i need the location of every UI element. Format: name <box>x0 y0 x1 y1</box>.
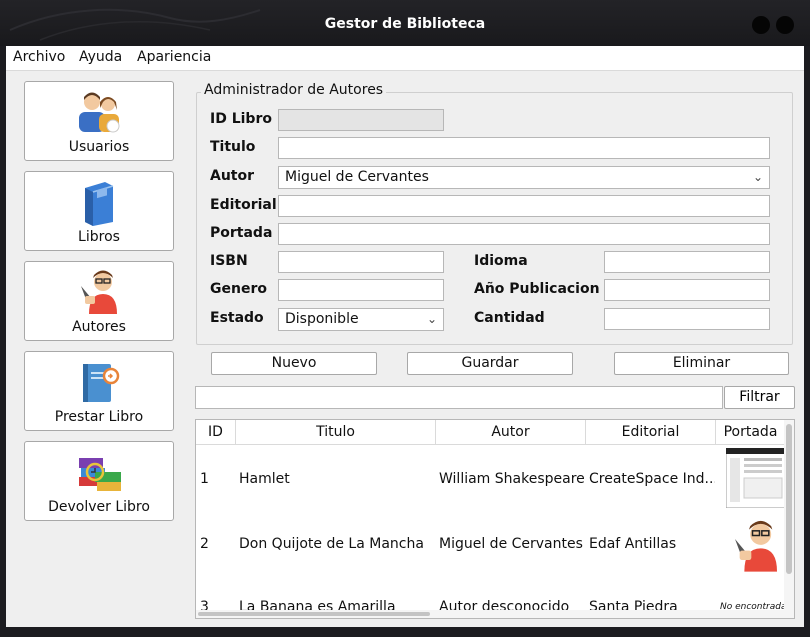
idioma-field[interactable] <box>604 251 770 273</box>
id-label: ID Libro <box>210 111 272 127</box>
horizontal-scrollbar[interactable] <box>196 610 786 618</box>
estado-select[interactable]: Disponible ⌄ <box>278 308 444 331</box>
group-title: Administrador de Autores <box>201 82 387 98</box>
cell-titulo: Hamlet <box>239 471 290 487</box>
nav-devolver-libro-button[interactable]: Devolver Libro <box>24 441 174 521</box>
nav-autores-button[interactable]: Autores <box>24 261 174 341</box>
app-window: Gestor de Biblioteca Archivo Ayuda Apari… <box>0 0 810 637</box>
cell-autor: Miguel de Cervantes <box>439 536 583 552</box>
cell-id: 1 <box>200 471 209 487</box>
window-title: Gestor de Biblioteca <box>324 16 486 32</box>
anio-publicacion-field[interactable] <box>604 279 770 301</box>
column-header-autor[interactable]: Autor <box>436 420 586 445</box>
titulo-label: Titulo <box>210 139 256 155</box>
minimize-button[interactable] <box>752 16 770 34</box>
portada-field[interactable] <box>278 223 770 245</box>
nav-label: Libros <box>78 229 120 245</box>
column-header-portada[interactable]: Portada <box>716 420 786 445</box>
scrollbar-thumb[interactable] <box>198 612 430 616</box>
genero-label: Genero <box>210 281 267 297</box>
nav-label: Autores <box>72 319 126 335</box>
autor-label: Autor <box>210 168 255 184</box>
nav-prestar-libro-button[interactable]: Prestar Libro <box>24 351 174 431</box>
return-book-icon <box>79 458 121 491</box>
menu-ayuda[interactable]: Ayuda <box>79 49 122 65</box>
users-icon <box>79 92 120 133</box>
close-button[interactable] <box>776 16 794 34</box>
column-header-titulo[interactable]: Titulo <box>236 420 436 445</box>
cell-titulo: Don Quijote de La Mancha <box>239 536 424 552</box>
titulo-field[interactable] <box>278 137 770 159</box>
nav-label: Usuarios <box>68 139 130 155</box>
isbn-label: ISBN <box>210 253 248 269</box>
cell-autor: William Shakespeare <box>439 471 585 487</box>
title-bar: Gestor de Biblioteca <box>0 0 810 46</box>
cell-editorial: CreateSpace Ind... <box>589 471 715 487</box>
nav-label: Devolver Libro <box>48 499 150 515</box>
cantidad-field[interactable] <box>604 308 770 330</box>
nav-libros-button[interactable]: Libros <box>24 171 174 251</box>
column-header-editorial[interactable]: Editorial <box>586 420 716 445</box>
filtrar-button[interactable]: Filtrar <box>724 386 795 409</box>
books-table: ID Titulo Autor Editorial Portada 1 Haml… <box>195 419 795 619</box>
autor-select-value: Miguel de Cervantes <box>285 169 429 185</box>
vertical-scrollbar[interactable] <box>784 420 794 618</box>
scrollbar-thumb[interactable] <box>786 424 792 574</box>
autor-select[interactable]: Miguel de Cervantes ⌄ <box>278 166 770 189</box>
filter-input[interactable] <box>195 386 723 409</box>
author-icon <box>81 270 117 314</box>
nav-label: Prestar Libro <box>54 409 144 425</box>
genero-field[interactable] <box>278 279 444 301</box>
column-header-id[interactable]: ID <box>196 420 236 445</box>
cover-author-avatar-icon <box>735 520 777 572</box>
cantidad-label: Cantidad <box>474 310 545 326</box>
editorial-field[interactable] <box>278 195 770 217</box>
nav-usuarios-button[interactable]: Usuarios <box>24 81 174 161</box>
menu-apariencia[interactable]: Apariencia <box>137 49 211 65</box>
editorial-label: Editorial <box>210 197 277 213</box>
book-icon <box>85 182 114 226</box>
idioma-label: Idioma <box>474 253 528 269</box>
chevron-down-icon: ⌄ <box>752 170 763 184</box>
menu-archivo[interactable]: Archivo <box>13 49 65 65</box>
chevron-down-icon: ⌄ <box>426 312 437 326</box>
id-field <box>278 109 444 131</box>
guardar-button[interactable]: Guardar <box>407 352 573 375</box>
estado-select-value: Disponible <box>285 311 359 327</box>
lend-book-icon <box>83 364 120 402</box>
eliminar-button[interactable]: Eliminar <box>614 352 789 375</box>
main-content: Usuarios Libros Autores Prestar Libro De… <box>6 71 804 627</box>
estado-label: Estado <box>210 310 264 326</box>
anio-publicacion-label: Año Publicacion <box>474 281 600 297</box>
cover-screenshot-thumbnail <box>726 448 786 508</box>
nuevo-button[interactable]: Nuevo <box>211 352 377 375</box>
menu-bar: Archivo Ayuda Apariencia <box>6 46 804 71</box>
cell-id: 2 <box>200 536 209 552</box>
isbn-field[interactable] <box>278 251 444 273</box>
cell-editorial: Edaf Antillas <box>589 536 677 552</box>
portada-label: Portada <box>210 225 273 241</box>
